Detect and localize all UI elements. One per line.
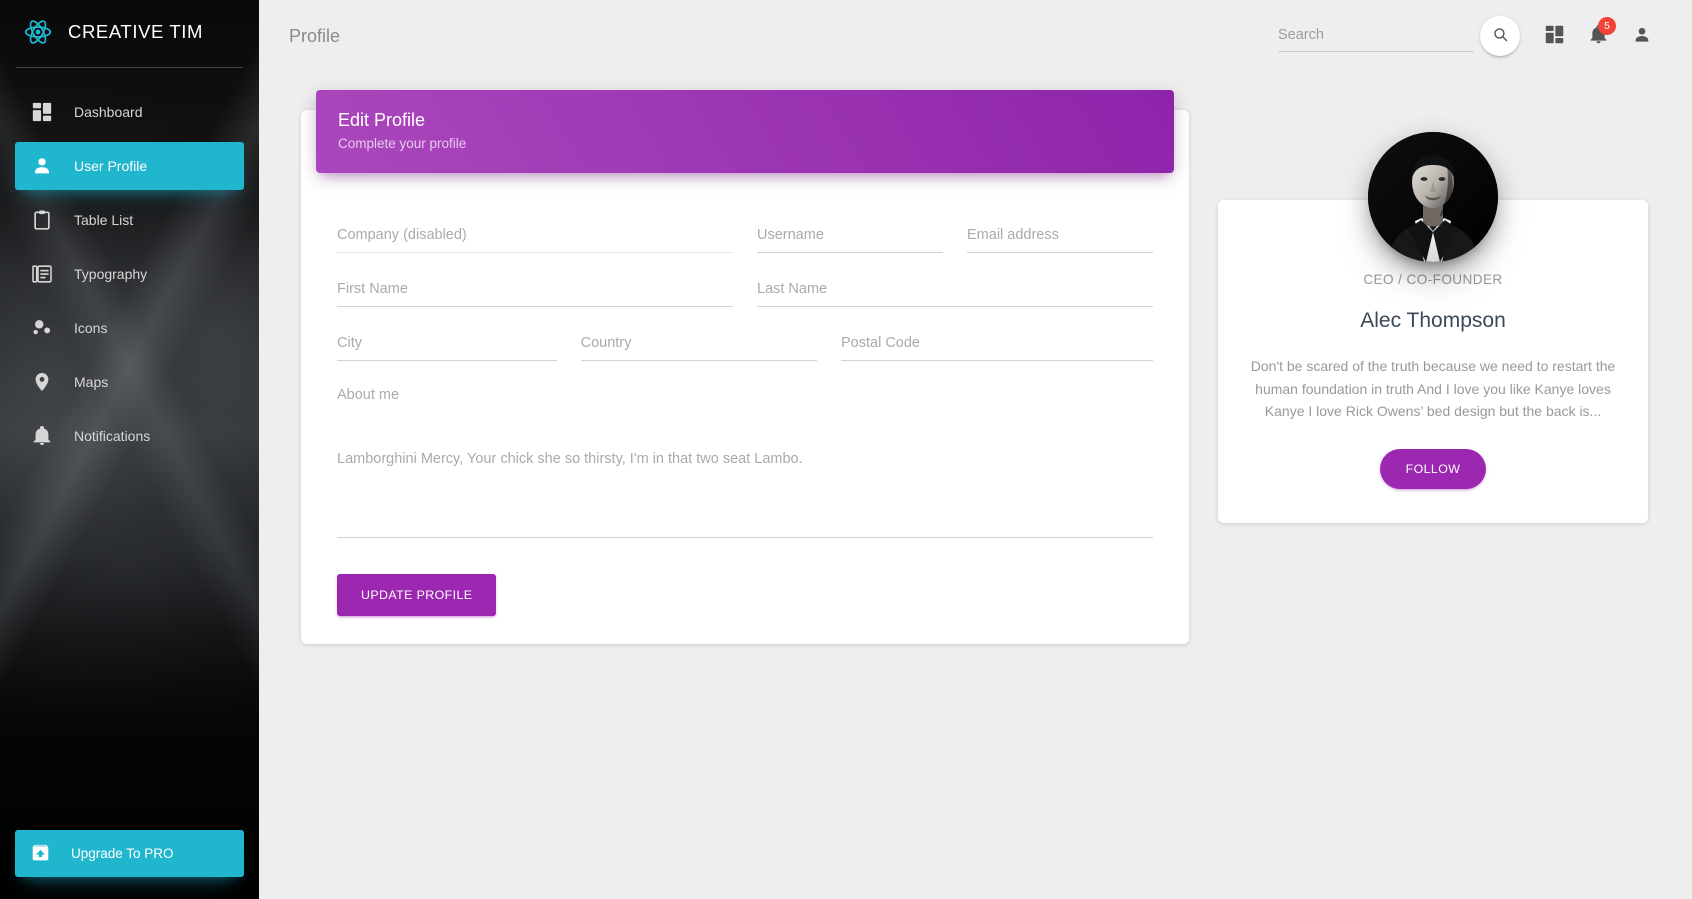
person-icon xyxy=(30,154,54,178)
company-field-underline xyxy=(337,252,733,253)
about-me-textarea[interactable]: Lamborghini Mercy, Your chick she so thi… xyxy=(337,449,1153,535)
react-atom-icon xyxy=(24,18,52,46)
last-name-field-label: Last Name xyxy=(757,281,828,297)
card-subtitle: Complete your profile xyxy=(338,136,467,151)
sidebar-item-table-list[interactable]: Table List xyxy=(15,196,244,244)
brand-title: CREATIVE TIM xyxy=(68,21,204,42)
app-root: CREATIVE TIM Dashboard User Profile Tabl… xyxy=(0,0,1692,899)
upgrade-to-pro-button[interactable]: Upgrade To PRO xyxy=(15,830,244,877)
update-profile-button[interactable]: UPDATE PROFILE xyxy=(337,574,497,616)
profile-name: Alec Thompson xyxy=(1360,309,1506,332)
form-row-1: Company (disabled) Username Email addres… xyxy=(325,199,1165,253)
city-field-underline xyxy=(337,360,557,361)
username-field-label: Username xyxy=(757,227,824,243)
profile-card: CEO / CO-FOUNDER Alec Thompson Don't be … xyxy=(1218,132,1648,524)
sidebar-item-icons[interactable]: Icons xyxy=(15,304,244,352)
page-title: Profile xyxy=(289,25,341,46)
form-row-3: City Country Postal Code xyxy=(325,307,1165,361)
person-icon xyxy=(1632,25,1652,48)
city-field-label: City xyxy=(337,335,362,351)
sidebar-item-maps[interactable]: Maps xyxy=(15,358,244,406)
search-input[interactable] xyxy=(1278,20,1474,52)
sidebar-item-label: Dashboard xyxy=(74,104,143,120)
edit-profile-form: Company (disabled) Username Email addres… xyxy=(301,193,1189,616)
topbar-actions: 5 xyxy=(1278,0,1664,72)
content-grid: Edit Profile Complete your profile Compa… xyxy=(259,72,1692,644)
dashboard-grid-icon xyxy=(30,100,54,124)
edit-profile-card: Edit Profile Complete your profile Compa… xyxy=(301,90,1189,644)
email-field-underline xyxy=(967,252,1153,253)
first-name-field[interactable]: First Name xyxy=(325,281,745,307)
sidebar-nav: Dashboard User Profile Table List Typogr… xyxy=(0,68,259,460)
country-field-underline xyxy=(580,360,817,361)
unarchive-icon xyxy=(30,842,51,866)
bell-icon xyxy=(30,424,54,448)
sidebar-item-label: Icons xyxy=(74,320,108,336)
notifications-badge: 5 xyxy=(1598,17,1616,35)
user-portrait-photo-icon xyxy=(1368,132,1498,262)
location-pin-icon xyxy=(30,370,54,394)
username-field-underline xyxy=(757,252,943,253)
city-field[interactable]: City xyxy=(325,335,569,361)
sidebar-item-label: User Profile xyxy=(74,158,148,174)
sidebar-item-notifications[interactable]: Notifications xyxy=(15,412,244,460)
about-me-field[interactable]: About me Lamborghini Mercy, Your chick s… xyxy=(325,387,1165,538)
edit-profile-column: Edit Profile Complete your profile Compa… xyxy=(301,72,1189,644)
dashboard-grid-icon xyxy=(1544,24,1565,48)
avatar xyxy=(1368,132,1498,262)
country-field-label: Country xyxy=(580,335,632,351)
email-field[interactable]: Email address xyxy=(955,227,1165,253)
dashboard-button[interactable] xyxy=(1532,14,1576,58)
company-field-label: Company (disabled) xyxy=(337,227,467,243)
sidebar-item-user-profile[interactable]: User Profile xyxy=(15,142,244,190)
profile-column: CEO / CO-FOUNDER Alec Thompson Don't be … xyxy=(1218,72,1648,524)
first-name-field-underline xyxy=(337,306,733,307)
postal-code-field-label: Postal Code xyxy=(840,335,920,351)
postal-code-field-underline xyxy=(840,360,1153,361)
company-field[interactable]: Company (disabled) xyxy=(325,227,745,253)
main-area: Profile Search 5 Edit Profile Complete y… xyxy=(259,0,1692,899)
profile-description: Don't be scared of the truth because we … xyxy=(1250,358,1616,420)
text-document-icon xyxy=(30,262,54,286)
sidebar-item-dashboard[interactable]: Dashboard xyxy=(15,88,244,136)
first-name-field-label: First Name xyxy=(337,281,408,297)
form-row-2: First Name Last Name xyxy=(325,253,1165,307)
last-name-field[interactable]: Last Name xyxy=(745,281,1165,307)
about-me-underline xyxy=(337,537,1153,538)
last-name-field-underline xyxy=(757,306,1153,307)
sidebar-item-label: Table List xyxy=(74,212,134,228)
search-field xyxy=(1278,20,1474,52)
clipboard-icon xyxy=(30,208,54,232)
username-field[interactable]: Username xyxy=(745,227,955,253)
about-me-label: About me xyxy=(337,387,400,403)
sidebar: CREATIVE TIM Dashboard User Profile Tabl… xyxy=(0,0,259,899)
sidebar-item-typography[interactable]: Typography xyxy=(15,250,244,298)
email-field-label: Email address xyxy=(967,227,1059,243)
sidebar-item-label: Maps xyxy=(74,374,109,390)
bubble-chart-icon xyxy=(30,316,54,340)
sidebar-item-label: Typography xyxy=(74,266,148,282)
follow-button[interactable]: FOLLOW xyxy=(1379,449,1487,490)
search-icon xyxy=(1492,26,1509,46)
card-title: Edit Profile xyxy=(338,110,426,130)
country-field[interactable]: Country xyxy=(569,335,829,361)
edit-profile-card-header: Edit Profile Complete your profile xyxy=(316,90,1174,173)
postal-code-field[interactable]: Postal Code xyxy=(829,335,1165,361)
sidebar-item-label: Notifications xyxy=(74,428,151,444)
profile-role: CEO / CO-FOUNDER xyxy=(1363,272,1503,287)
topbar: Profile Search 5 xyxy=(259,0,1692,72)
notifications-button[interactable]: 5 xyxy=(1576,14,1620,58)
sidebar-brand[interactable]: CREATIVE TIM xyxy=(0,0,259,64)
account-button[interactable] xyxy=(1620,14,1664,58)
upgrade-section: Upgrade To PRO xyxy=(0,830,259,877)
search-button[interactable] xyxy=(1480,16,1520,56)
upgrade-to-pro-label: Upgrade To PRO xyxy=(71,846,174,861)
